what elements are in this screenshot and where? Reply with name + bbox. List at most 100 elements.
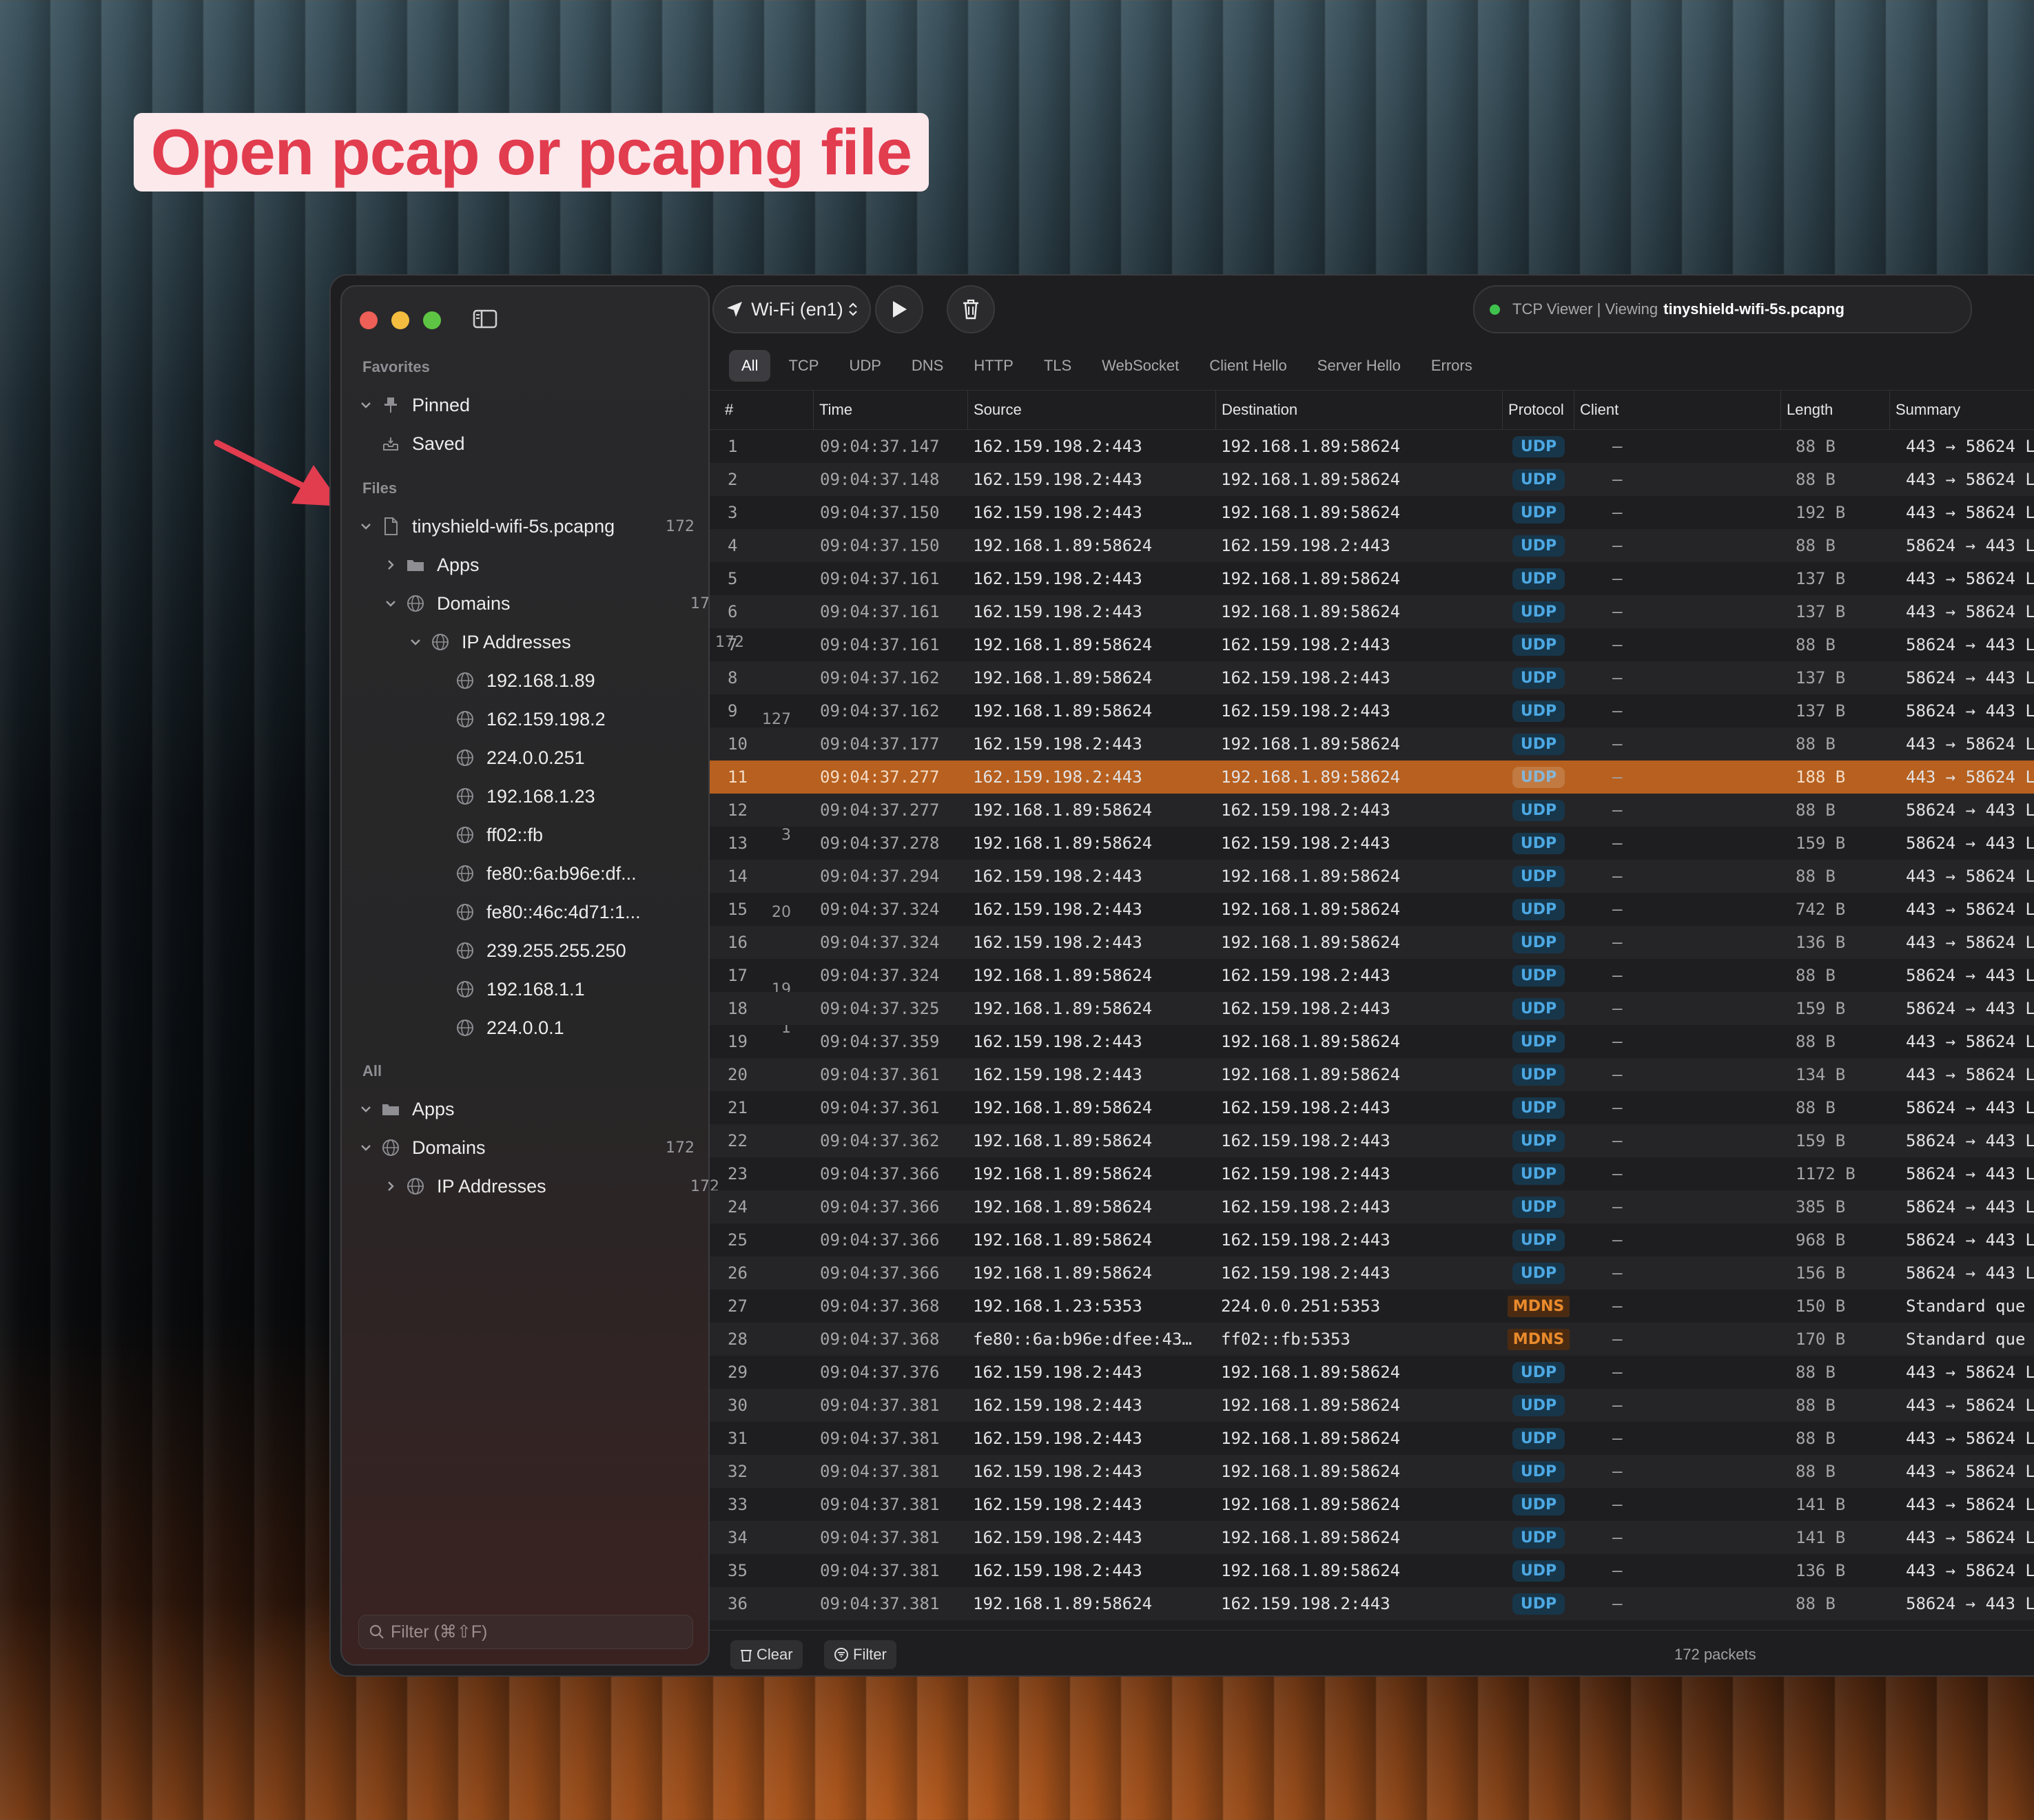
packet-client: – xyxy=(1612,536,1623,555)
sidebar-filter-input[interactable]: Filter (⌘⇧F) xyxy=(358,1615,693,1649)
packet-destination: 162.159.198.2:443 xyxy=(1221,668,1390,687)
sidebar-toggle-icon[interactable] xyxy=(473,309,497,329)
table-row[interactable]: 9 09:04:37.162 192.168.1.89:58624 162.159.1… xyxy=(710,694,2034,727)
chevron-down-icon[interactable] xyxy=(358,519,373,534)
table-row[interactable]: 33 09:04:37.381 162.159.198.2:443 192.168.1… xyxy=(710,1488,2034,1521)
table-row[interactable]: 18 09:04:37.325 192.168.1.89:58624 162.159.… xyxy=(710,992,2034,1025)
packet-protocol: UDP xyxy=(1508,926,1570,959)
table-row[interactable]: 21 09:04:37.361 192.168.1.89:58624 162.159.… xyxy=(710,1091,2034,1124)
sidebar-item-file-domains[interactable]: Domains 172 xyxy=(342,586,750,621)
packet-time: 09:04:37.324 xyxy=(820,966,940,985)
delete-button[interactable] xyxy=(947,285,995,333)
tab-errors[interactable]: Errors xyxy=(1419,350,1485,382)
chevron-right-icon[interactable] xyxy=(383,1179,398,1194)
tab-tls[interactable]: TLS xyxy=(1031,350,1084,382)
chevron-down-icon[interactable] xyxy=(358,1102,373,1117)
tab-websocket[interactable]: WebSocket xyxy=(1089,350,1191,382)
table-row[interactable]: 4 09:04:37.150 192.168.1.89:58624 162.159.1… xyxy=(710,529,2034,562)
table-row[interactable]: 5 09:04:37.161 162.159.198.2:443 192.168.1.… xyxy=(710,562,2034,595)
chevron-down-icon[interactable] xyxy=(383,596,398,611)
filter-button[interactable]: Filter xyxy=(824,1640,896,1669)
sidebar-item-pcapng-file[interactable]: tinyshield-wifi-5s.pcapng 172 xyxy=(342,508,725,544)
table-row[interactable]: 35 09:04:37.381 162.159.198.2:443 192.168.1… xyxy=(710,1554,2034,1587)
packet-client: – xyxy=(1612,1429,1623,1448)
table-row[interactable]: 13 09:04:37.278 192.168.1.89:58624 162.159.… xyxy=(710,827,2034,860)
chevron-down-icon[interactable] xyxy=(358,397,373,413)
packet-length: 136 B xyxy=(1796,933,1846,952)
table-row[interactable]: 22 09:04:37.362 192.168.1.89:58624 162.159.… xyxy=(710,1124,2034,1157)
packet-protocol: UDP xyxy=(1508,595,1570,628)
packet-source: 162.159.198.2:443 xyxy=(973,900,1142,919)
sidebar-item-all-domains[interactable]: Domains 172 xyxy=(342,1130,725,1166)
table-row[interactable]: 11 09:04:37.277 162.159.198.2:443 192.168.1… xyxy=(710,761,2034,794)
column-header[interactable]: # xyxy=(710,391,823,429)
sidebar-item-pinned[interactable]: Pinned xyxy=(342,387,725,423)
table-row[interactable]: 26 09:04:37.366 192.168.1.89:58624 162.159.… xyxy=(710,1257,2034,1290)
table-row[interactable]: 29 09:04:37.376 162.159.198.2:443 192.168.1… xyxy=(710,1356,2034,1389)
table-row[interactable]: 3 09:04:37.150 162.159.198.2:443 192.168.1.… xyxy=(710,496,2034,529)
table-row[interactable]: 6 09:04:37.161 162.159.198.2:443 192.168.1.… xyxy=(710,595,2034,628)
packet-destination: 224.0.0.251:5353 xyxy=(1221,1296,1381,1316)
table-row[interactable]: 23 09:04:37.366 192.168.1.89:58624 162.159.… xyxy=(710,1157,2034,1190)
table-row[interactable]: 7 09:04:37.161 192.168.1.89:58624 162.159.1… xyxy=(710,628,2034,661)
table-row[interactable]: 12 09:04:37.277 192.168.1.89:58624 162.159.… xyxy=(710,794,2034,827)
table-row[interactable]: 31 09:04:37.381 162.159.198.2:443 192.168.1… xyxy=(710,1422,2034,1455)
table-row[interactable]: 10 09:04:37.177 162.159.198.2:443 192.168.1… xyxy=(710,727,2034,761)
chevron-right-icon[interactable] xyxy=(383,557,398,572)
chevron-down-icon[interactable] xyxy=(358,1140,373,1155)
column-header[interactable]: Destination xyxy=(1215,391,1503,429)
table-row[interactable]: 2 09:04:37.148 162.159.198.2:443 192.168.1.… xyxy=(710,463,2034,496)
column-header[interactable]: Time xyxy=(813,391,968,429)
chevron-down-icon[interactable] xyxy=(408,634,423,650)
table-row[interactable]: 30 09:04:37.381 162.159.198.2:443 192.168.1… xyxy=(710,1389,2034,1422)
tab-server-hello[interactable]: Server Hello xyxy=(1305,350,1413,382)
start-capture-button[interactable] xyxy=(875,285,923,333)
packet-time: 09:04:37.366 xyxy=(820,1197,940,1217)
packet-summary: 58624 → 443 L xyxy=(1906,668,2034,687)
table-row[interactable]: 8 09:04:37.162 192.168.1.89:58624 162.159.1… xyxy=(710,661,2034,694)
table-row[interactable]: 19 09:04:37.359 162.159.198.2:443 192.168.1… xyxy=(710,1025,2034,1058)
packet-source: 162.159.198.2:443 xyxy=(973,1429,1142,1448)
table-row[interactable]: 25 09:04:37.366 192.168.1.89:58624 162.159.… xyxy=(710,1223,2034,1257)
table-row[interactable]: 14 09:04:37.294 162.159.198.2:443 192.168.1… xyxy=(710,860,2034,893)
column-header[interactable]: Summary xyxy=(1889,391,2034,429)
table-row[interactable]: 27 09:04:37.368 192.168.1.23:5353 224.0.0.2… xyxy=(710,1290,2034,1323)
table-row[interactable]: 36 09:04:37.381 192.168.1.89:58624 162.159.… xyxy=(710,1587,2034,1620)
table-row[interactable]: 15 09:04:37.324 162.159.198.2:443 192.168.1… xyxy=(710,893,2034,926)
sidebar-item-all-apps[interactable]: Apps xyxy=(342,1091,725,1127)
tab-all[interactable]: All xyxy=(729,350,771,382)
sidebar-item-all-ip-addresses[interactable]: IP Addresses 172 xyxy=(342,1168,750,1204)
sidebar-item-saved[interactable]: Saved xyxy=(342,426,747,462)
sidebar-item-file-apps[interactable]: Apps xyxy=(342,547,750,583)
clear-button[interactable]: Clear xyxy=(730,1640,803,1669)
globe-icon xyxy=(455,940,475,961)
packet-time: 09:04:37.294 xyxy=(820,867,940,886)
zoom-window-button[interactable] xyxy=(423,311,441,329)
table-row[interactable]: 34 09:04:37.381 162.159.198.2:443 192.168.1… xyxy=(710,1521,2034,1554)
column-header[interactable]: Length xyxy=(1780,391,1890,429)
column-header[interactable]: Client xyxy=(1574,391,1781,429)
packet-protocol: UDP xyxy=(1508,893,1570,926)
table-row[interactable]: 24 09:04:37.366 192.168.1.89:58624 162.159.… xyxy=(710,1190,2034,1223)
table-row[interactable]: 17 09:04:37.324 192.168.1.89:58624 162.159.… xyxy=(710,959,2034,992)
table-row[interactable]: 32 09:04:37.381 162.159.198.2:443 192.168.1… xyxy=(710,1455,2034,1488)
tab-client-hello[interactable]: Client Hello xyxy=(1197,350,1300,382)
column-header[interactable]: Source xyxy=(967,391,1216,429)
table-row[interactable]: 1 09:04:37.147 162.159.198.2:443 192.168.1.… xyxy=(710,430,2034,463)
tab-tcp[interactable]: TCP xyxy=(776,350,831,382)
column-header[interactable]: Protocol xyxy=(1502,391,1574,429)
minimize-window-button[interactable] xyxy=(391,311,409,329)
packet-number: 6 xyxy=(728,602,738,621)
tab-udp[interactable]: UDP xyxy=(836,350,893,382)
packet-number: 3 xyxy=(728,503,738,522)
table-row[interactable]: 20 09:04:37.361 162.159.198.2:443 192.168.1… xyxy=(710,1058,2034,1091)
table-row[interactable]: 28 09:04:37.368 fe80::6a:b96e:dfee:43… ff02… xyxy=(710,1323,2034,1356)
close-window-button[interactable] xyxy=(360,311,378,329)
tab-http[interactable]: HTTP xyxy=(961,350,1025,382)
packet-summary: 443 → 58624 L xyxy=(1906,1495,2034,1514)
table-row[interactable]: 16 09:04:37.324 162.159.198.2:443 192.168.1… xyxy=(710,926,2034,959)
tab-dns[interactable]: DNS xyxy=(899,350,956,382)
packet-length: 136 B xyxy=(1796,1561,1846,1580)
interface-selector[interactable]: Wi-Fi (en1) xyxy=(712,285,871,333)
packet-summary: 443 → 58624 L xyxy=(1906,1561,2034,1580)
